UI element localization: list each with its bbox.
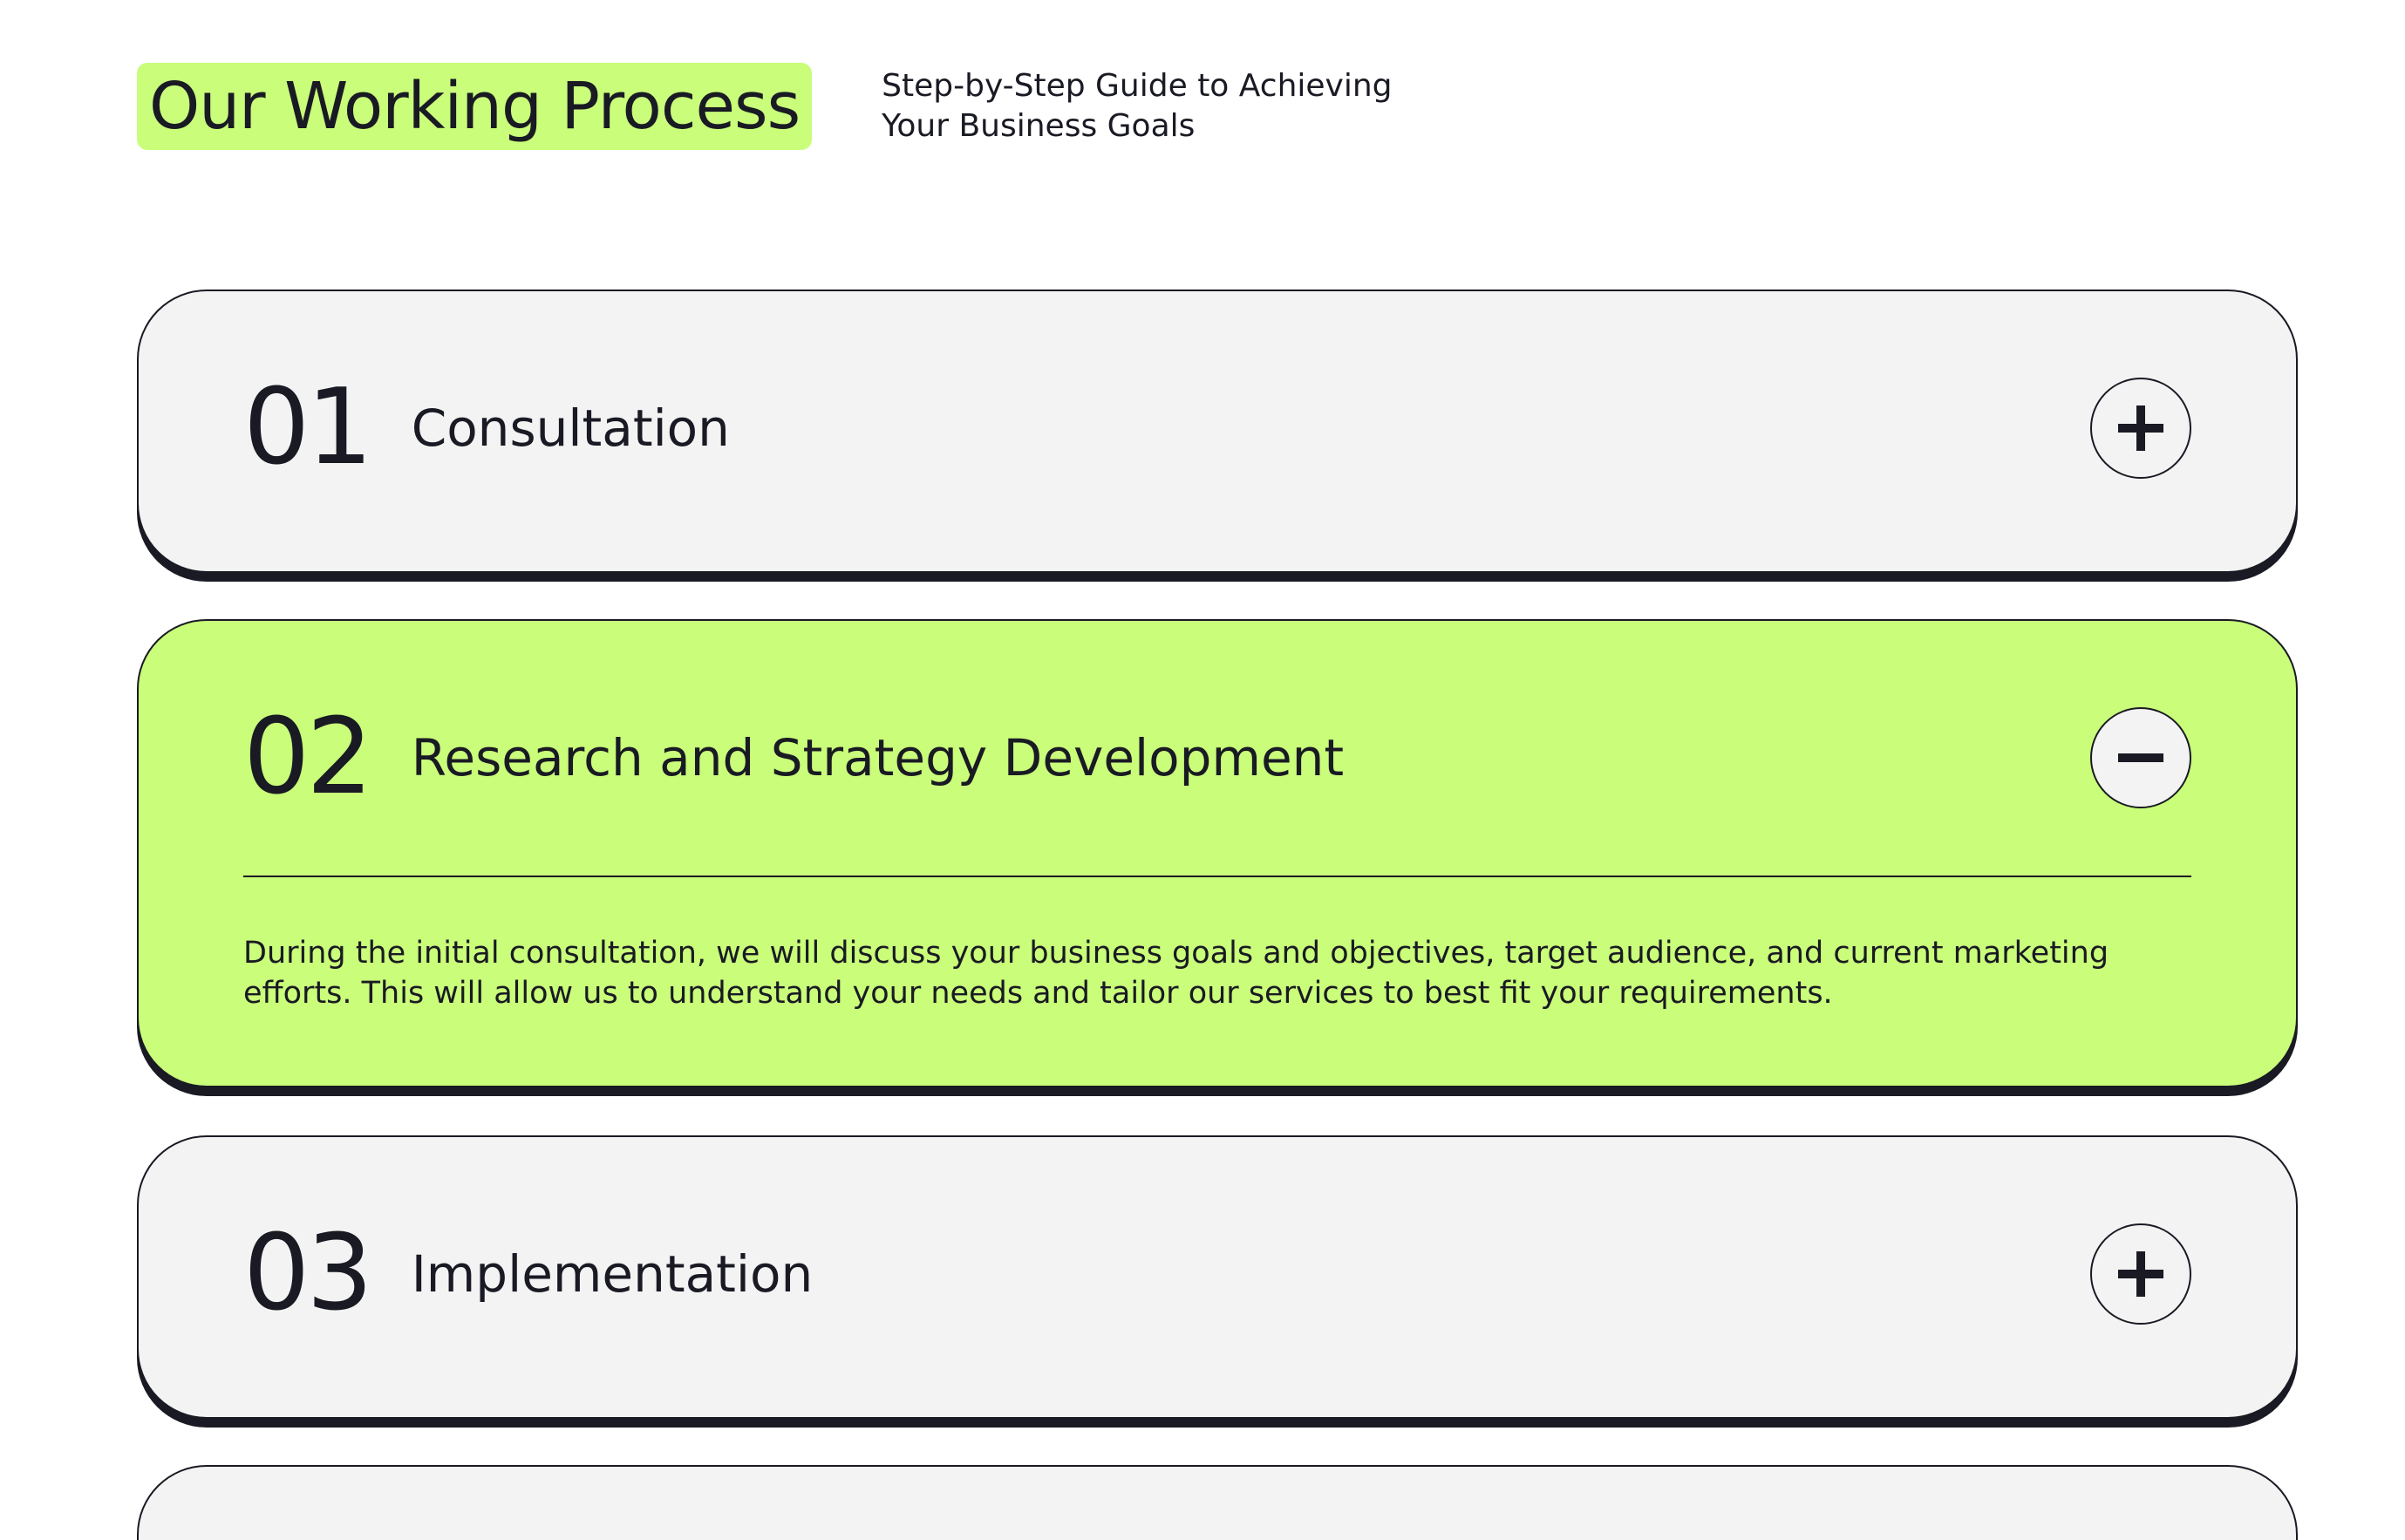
step-title: Research and Strategy Development xyxy=(411,728,1345,787)
plus-icon xyxy=(2118,1251,2163,1297)
process-step-03[interactable]: 03 Implementation xyxy=(137,1135,2298,1419)
step-header[interactable]: 01 Consultation xyxy=(243,291,2191,565)
expand-button[interactable] xyxy=(2090,378,2191,479)
step-number: 01 xyxy=(243,367,373,488)
step-number: 02 xyxy=(243,697,373,818)
step-header[interactable]: 02 Research and Strategy Development xyxy=(243,621,2191,895)
collapse-button[interactable] xyxy=(2090,707,2191,808)
plus-icon xyxy=(2118,405,2163,451)
process-step-01[interactable]: 01 Consultation xyxy=(137,290,2298,573)
step-divider xyxy=(243,876,2191,877)
expand-button[interactable] xyxy=(2090,1223,2191,1325)
page-subtitle: Step-by-Step Guide to Achieving Your Bus… xyxy=(882,68,1393,144)
step-title: Implementation xyxy=(411,1244,814,1304)
process-step-02[interactable]: 02 Research and Strategy Development Dur… xyxy=(137,619,2298,1087)
section-header: Our Working Process Step-by-Step Guide t… xyxy=(137,63,1422,150)
step-title: Consultation xyxy=(411,399,730,458)
step-header[interactable]: 03 Implementation xyxy=(243,1137,2191,1411)
process-step-04[interactable] xyxy=(137,1465,2298,1540)
step-number: 03 xyxy=(243,1213,373,1334)
step-description: During the initial consultation, we will… xyxy=(243,936,2109,1011)
minus-icon xyxy=(2118,753,2163,762)
page-title: Our Working Process xyxy=(137,63,813,150)
